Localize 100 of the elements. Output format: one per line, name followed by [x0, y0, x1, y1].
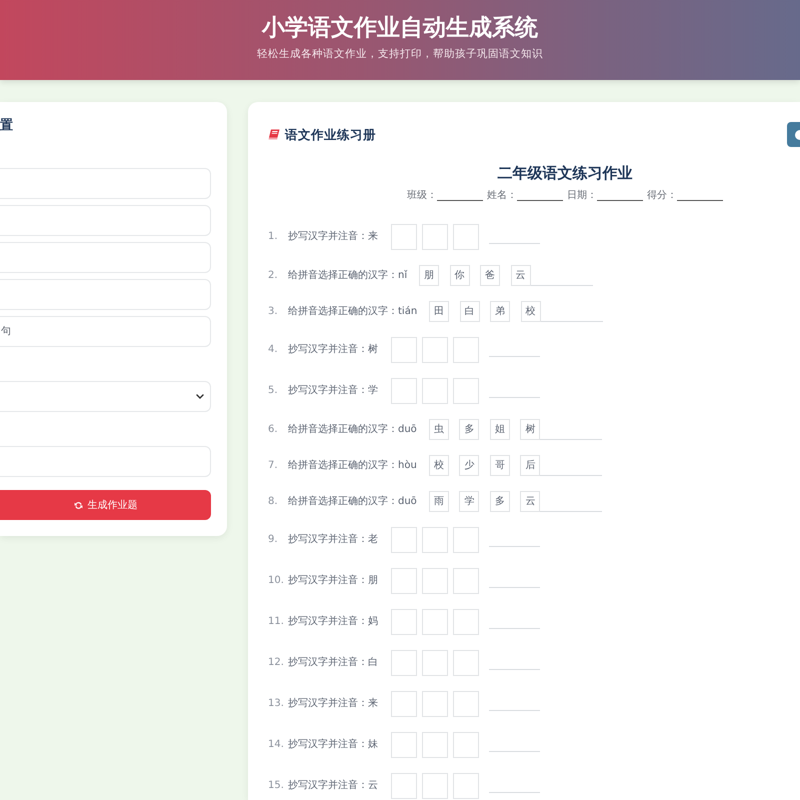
question-text: 抄写汉字并注音：朋: [288, 574, 378, 588]
answer-option: 白: [460, 301, 480, 322]
question-number: 6.: [268, 422, 279, 436]
writing-box: [391, 732, 417, 758]
question-number: 4.: [268, 343, 279, 357]
answer-option: 云: [510, 265, 531, 286]
question-text: 抄写汉字并注音：老: [288, 533, 378, 547]
card-title: 置: [0, 117, 13, 135]
answer-option: 少: [459, 455, 480, 476]
info-label: 姓名：: [487, 189, 517, 203]
info-label: 得分：: [647, 189, 677, 203]
answer-option: 树: [520, 419, 540, 440]
fill-in-line: [540, 321, 603, 322]
question-number: 3.: [268, 304, 279, 318]
fill-in-line: [489, 546, 540, 547]
writing-box: [453, 337, 479, 363]
answer-option: 哥: [490, 455, 510, 476]
question-text: 给拼音选择正确的汉字：hòu: [288, 458, 417, 472]
app-title: 小学语文作业自动生成系统: [262, 14, 538, 43]
question-number: 14.: [268, 738, 285, 752]
question-text: 给拼音选择正确的汉字：tián: [288, 304, 418, 318]
input-field[interactable]: 句: [0, 316, 211, 347]
answer-option: 校: [428, 455, 449, 476]
writing-box: [391, 691, 417, 717]
question-number: 9.: [268, 533, 279, 547]
toolbar-button[interactable]: [787, 122, 800, 147]
book-icon: [268, 129, 280, 140]
writing-box: [453, 609, 479, 635]
writing-box: [453, 773, 479, 799]
writing-box: [391, 224, 417, 250]
question-number: 8.: [268, 494, 279, 508]
fill-in-line: [489, 751, 540, 752]
fill-in-line: [489, 587, 540, 588]
writing-box: [453, 691, 479, 717]
question-text: 给拼音选择正确的汉字：nǐ: [288, 268, 408, 282]
question-text: 给拼音选择正确的汉字：duō: [288, 422, 417, 436]
answer-option: 多: [490, 491, 510, 512]
writing-box: [391, 650, 417, 676]
question-text: 抄写汉字并注音：树: [288, 343, 378, 357]
question-number: 1.: [268, 230, 279, 244]
worksheet-title: 二年级语文练习作业: [498, 163, 632, 184]
question-number: 13.: [268, 697, 285, 711]
question-number: 10.: [268, 574, 285, 588]
question-text: 抄写汉字并注音：来: [288, 697, 378, 711]
writing-box: [422, 224, 448, 250]
question-text: 抄写汉字并注音：白: [288, 656, 378, 670]
fill-in-line: [540, 475, 602, 476]
question-number: 12.: [268, 656, 285, 670]
input-field[interactable]: [0, 279, 211, 310]
writing-box: [422, 609, 448, 635]
writing-box: [453, 224, 479, 250]
question-number: 2.: [268, 268, 279, 282]
writing-box: [391, 609, 417, 635]
answer-option: 弟: [490, 301, 510, 322]
generate-button[interactable]: 生成作业题: [0, 490, 211, 520]
app-subtitle: 轻松生成各种语文作业，支持打印，帮助孩子巩固语文知识: [257, 47, 543, 61]
answer-option: 多: [459, 419, 480, 440]
info-label: 班级：: [407, 188, 437, 203]
fill-in-line: [489, 710, 540, 711]
fill-in-line: [489, 397, 540, 398]
answer-option: 学: [459, 491, 480, 512]
writing-box: [391, 773, 417, 799]
fill-in-line: [489, 628, 540, 629]
answer-option: 后: [520, 455, 540, 476]
input-field[interactable]: [0, 168, 211, 199]
writing-box: [453, 378, 479, 404]
answer-option: 雨: [428, 491, 449, 512]
answer-option: 田: [429, 301, 450, 322]
fill-in-line: [530, 285, 593, 286]
fill-in-line: [540, 439, 602, 440]
panel-title: 语文作业练习册: [285, 126, 376, 144]
question-number: 5.: [268, 384, 279, 398]
writing-box: [453, 568, 479, 594]
writing-box: [422, 732, 448, 758]
answer-option: 校: [520, 301, 541, 322]
question-number: 15.: [268, 779, 285, 793]
writing-box: [422, 378, 448, 404]
writing-box: [422, 773, 448, 799]
fill-in-line: [489, 792, 540, 793]
answer-option: 朋: [419, 265, 440, 286]
question-text: 抄写汉字并注音：云: [288, 779, 378, 793]
writing-box: [391, 378, 417, 404]
fill-in-line: [489, 243, 540, 244]
writing-box: [422, 337, 448, 363]
writing-box: [453, 732, 479, 758]
info-label: 日期：: [567, 188, 597, 203]
refresh-icon: [74, 500, 82, 510]
answer-option: 你: [450, 265, 470, 286]
question-text: 抄写汉字并注音：妹: [288, 738, 378, 752]
input-field[interactable]: [0, 446, 211, 477]
writing-box: [453, 527, 479, 553]
fill-in-line: [489, 356, 540, 357]
fill-in-line: [540, 511, 602, 512]
input-field[interactable]: [0, 242, 211, 273]
answer-option: 云: [520, 491, 540, 512]
input-field[interactable]: [0, 205, 211, 236]
answer-option: 虫: [428, 419, 449, 440]
select-field[interactable]: [0, 381, 211, 412]
question-number: 7.: [268, 458, 279, 472]
writing-box: [422, 527, 448, 553]
